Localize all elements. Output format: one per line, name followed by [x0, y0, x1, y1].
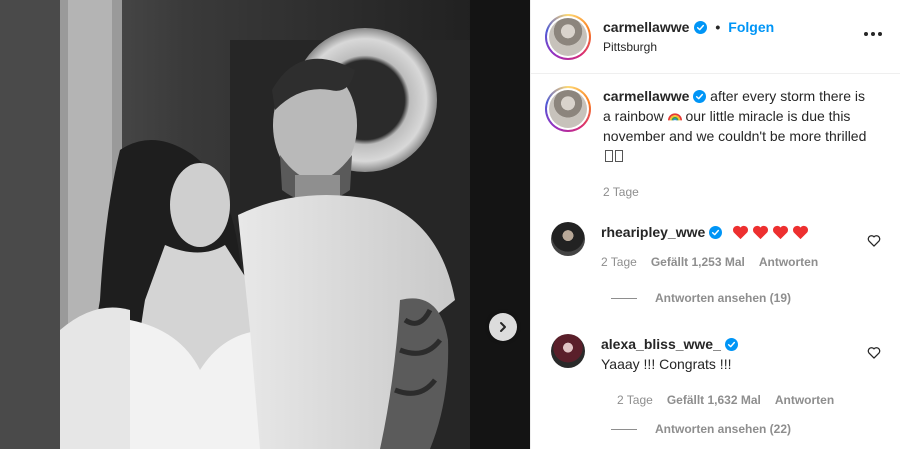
chevron-right-icon: [500, 322, 506, 332]
author-avatar[interactable]: [545, 13, 591, 60]
reply-button[interactable]: Antworten: [759, 252, 818, 272]
commenter-username[interactable]: alexa_bliss_wwe_: [601, 336, 721, 352]
comment-age: 2 Tage: [617, 393, 653, 407]
caption-age: 2 Tage: [603, 185, 639, 199]
commenter-username[interactable]: rhearipley_wwe: [601, 224, 705, 240]
more-options-icon[interactable]: [864, 32, 882, 36]
comment-hearts: [732, 225, 809, 240]
red-heart-icon: [793, 225, 809, 240]
post-header: carmellawwe • Folgen Pittsburgh: [531, 0, 900, 74]
follow-button[interactable]: Folgen: [728, 19, 774, 35]
caption-username[interactable]: carmellawwe: [603, 88, 689, 104]
view-replies-label: Antworten ansehen (19): [655, 291, 792, 305]
unrendered-emoji-icon: [605, 150, 613, 162]
comment-text: Yaaay !!! Congrats !!!: [601, 356, 732, 372]
comment-likes[interactable]: Gefällt 1,253 Mal: [651, 252, 745, 272]
photo-image: [0, 0, 530, 449]
like-heart-icon[interactable]: [867, 234, 881, 247]
caption-avatar[interactable]: [545, 86, 591, 132]
post-caption: carmellawwe after every storm there is a…: [545, 86, 885, 202]
next-photo-button[interactable]: [489, 313, 517, 341]
post-view: carmellawwe • Folgen Pittsburgh carmella…: [0, 0, 900, 449]
verified-badge-icon: [693, 90, 707, 103]
post-side-panel: carmellawwe • Folgen Pittsburgh carmella…: [530, 0, 900, 449]
view-replies-button[interactable]: Antworten ansehen (22): [611, 422, 791, 436]
reply-button[interactable]: Antworten: [775, 393, 834, 407]
location-link[interactable]: Pittsburgh: [603, 40, 774, 54]
comment-likes[interactable]: Gefällt 1,632 Mal: [667, 393, 761, 407]
commenter-avatar[interactable]: [551, 334, 585, 368]
comment-item: alexa_bliss_wwe_ Yaaay !!! Congrats !!!: [545, 334, 885, 374]
like-heart-icon[interactable]: [867, 346, 881, 359]
view-replies-button[interactable]: Antworten ansehen (19): [611, 291, 791, 305]
red-heart-icon: [733, 225, 749, 240]
verified-badge-icon: [694, 20, 708, 34]
replies-divider: [611, 297, 637, 299]
header-separator: •: [715, 19, 721, 35]
comment-item: rhearipley_wwe 2 Tage Gefällt 1,253 Mal: [545, 222, 885, 272]
author-username[interactable]: carmellawwe: [603, 19, 689, 35]
comment-meta: 2 Tage Gefällt 1,632 Mal Antworten: [617, 393, 834, 407]
replies-divider: [611, 428, 637, 430]
rainbow-icon: [667, 113, 682, 121]
commenter-avatar[interactable]: [551, 222, 585, 256]
verified-badge-icon: [724, 338, 738, 351]
comment-age: 2 Tage: [601, 255, 637, 269]
verified-badge-icon: [709, 226, 723, 239]
unrendered-emoji-icon: [615, 150, 623, 162]
red-heart-icon: [773, 225, 789, 240]
post-photo: [0, 0, 530, 449]
red-heart-icon: [753, 225, 769, 240]
view-replies-label: Antworten ansehen (22): [655, 422, 792, 436]
